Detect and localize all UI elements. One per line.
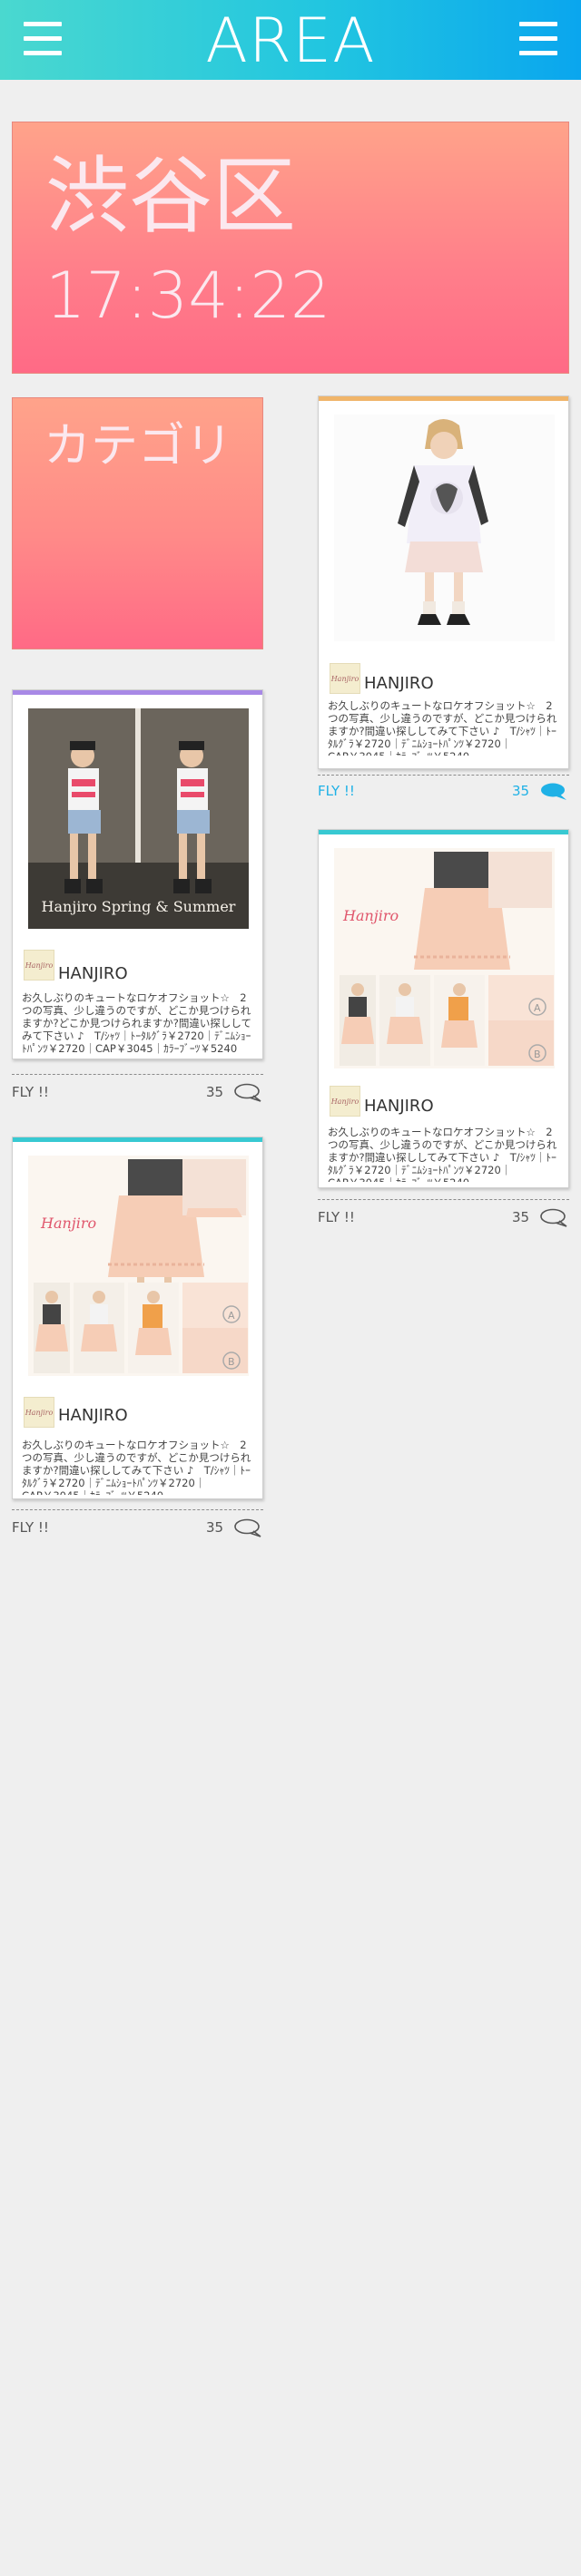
comment-icon[interactable] — [539, 1208, 568, 1228]
post-photo[interactable]: Hanjiro A B — [28, 1156, 249, 1376]
app-header: AREA — [0, 0, 581, 80]
card-accent-bar — [319, 396, 568, 401]
card-accent-bar — [13, 1137, 262, 1142]
brand-name[interactable]: HANJIRO — [58, 964, 128, 984]
brand-name[interactable]: HANJIRO — [364, 1097, 434, 1117]
comment-icon[interactable] — [233, 1083, 262, 1103]
svg-text:A: A — [228, 1310, 235, 1322]
divider — [12, 1509, 263, 1510]
brand-logo: Hanjiro — [24, 1397, 54, 1428]
page-title: AREA — [205, 5, 376, 77]
card-meta: FLY !! 35 — [318, 1206, 569, 1228]
post-card[interactable]: Hanjiro HANJIRO お久しぶりのキュートなロケオフショット☆ 2つの… — [318, 395, 569, 769]
brand-logo: Hanjiro — [330, 663, 360, 694]
post-photo[interactable] — [334, 415, 555, 641]
svg-text:B: B — [534, 1049, 541, 1060]
post-photo-image — [28, 708, 249, 929]
menu-right-icon[interactable] — [519, 22, 557, 56]
brand-logo: Hanjiro — [24, 950, 54, 981]
svg-text:B: B — [228, 1356, 235, 1368]
post-photo[interactable]: Hanjiro Spring & Summer — [28, 708, 249, 929]
card-accent-bar — [319, 830, 568, 834]
category-tile[interactable]: カテゴリ — [12, 397, 263, 649]
fly-button[interactable]: FLY !! — [318, 1206, 355, 1228]
svg-text:A: A — [534, 1002, 541, 1014]
post-description: お久しぶりのキュートなロケオフショット☆ 2つの写真、少し違うのですが、どこか見… — [22, 991, 252, 1055]
post-photo-image: Hanjiro A B — [334, 848, 555, 1068]
brand-name[interactable]: HANJIRO — [364, 674, 434, 694]
post-photo-image: Hanjiro A B — [28, 1156, 249, 1376]
area-name: 渋谷区 — [45, 148, 297, 245]
fly-button[interactable]: FLY !! — [318, 780, 355, 802]
comment-count: 35 — [512, 783, 530, 799]
divider — [12, 1074, 263, 1075]
photo-caption: Hanjiro Spring & Summer — [41, 898, 236, 915]
comment-icon[interactable] — [539, 782, 568, 802]
divider — [318, 1199, 569, 1200]
divider — [318, 775, 569, 776]
post-photo-image — [334, 415, 555, 641]
comment-icon[interactable] — [233, 1518, 262, 1538]
comment-count: 35 — [512, 1209, 530, 1225]
card-accent-bar — [13, 690, 262, 695]
comment-count: 35 — [206, 1519, 224, 1536]
post-description: お久しぶりのキュートなロケオフショット☆ 2つの写真、少し違うのですが、どこか見… — [328, 699, 557, 756]
card-meta: FLY !! 35 — [12, 1517, 263, 1538]
card-meta: FLY !! 35 — [12, 1081, 263, 1103]
svg-text:Hanjiro: Hanjiro — [40, 1215, 96, 1232]
clock-time: 17:34:22 — [45, 259, 331, 333]
post-photo[interactable]: Hanjiro A B — [334, 848, 555, 1068]
category-label: カテゴリ — [44, 419, 233, 473]
fly-button[interactable]: FLY !! — [12, 1517, 49, 1538]
post-card[interactable]: Hanjiro Spring & Summer Hanjiro HANJIRO … — [12, 689, 263, 1059]
card-meta: FLY !! 35 — [318, 780, 569, 802]
post-card[interactable]: Hanjiro A B Hanjiro HANJIRO お久しぶりのキュートなロ… — [318, 829, 569, 1188]
fly-button[interactable]: FLY !! — [12, 1081, 49, 1103]
post-description: お久しぶりのキュートなロケオフショット☆ 2つの写真、少し違うのですが、どこか見… — [22, 1439, 251, 1495]
brand-logo: Hanjiro — [330, 1086, 360, 1117]
post-description: お久しぶりのキュートなロケオフショット☆ 2つの写真、少し違うのですが、どこか見… — [328, 1126, 557, 1182]
area-clock-panel: 渋谷区 17:34:22 — [12, 122, 569, 374]
svg-text:Hanjiro: Hanjiro — [342, 907, 399, 924]
post-card[interactable]: Hanjiro A B Hanjiro HANJIRO お久しぶりのキュートなロ… — [12, 1137, 263, 1499]
brand-name[interactable]: HANJIRO — [58, 1406, 128, 1426]
comment-count: 35 — [206, 1084, 224, 1100]
